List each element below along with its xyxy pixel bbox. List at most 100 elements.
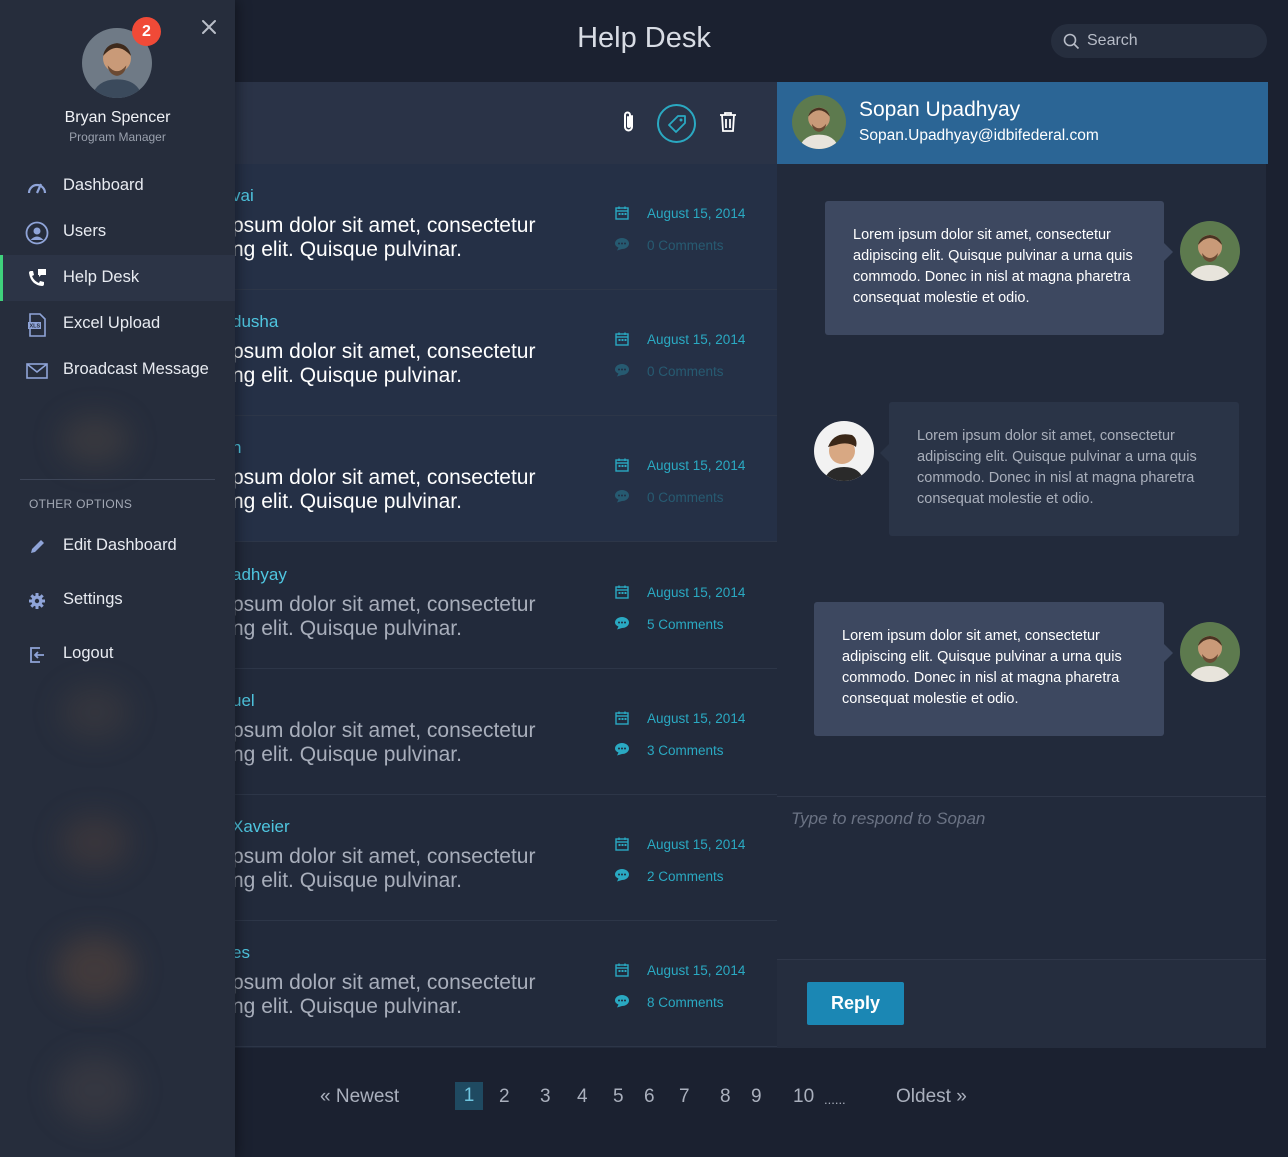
page-5[interactable]: 5 (613, 1086, 624, 1108)
ticket-date: August 15, 2014 (647, 206, 746, 221)
page-7[interactable]: 7 (679, 1086, 690, 1108)
page-3[interactable]: 3 (540, 1086, 551, 1108)
reply-button[interactable]: Reply (807, 982, 904, 1025)
trash-icon (720, 112, 736, 132)
calendar-icon (615, 332, 629, 351)
newest-link[interactable]: « Newest (320, 1086, 399, 1108)
ticket-sender: adhyay (232, 565, 287, 584)
reply-actions: Reply (777, 959, 1266, 1048)
ticket-sender: uel (232, 691, 255, 710)
message-bubble-outgoing: Lorem ipsum dolor sit amet, consectetur … (814, 602, 1173, 736)
pencil-icon (25, 535, 49, 559)
comment-icon (614, 616, 630, 635)
close-icon (202, 20, 216, 34)
conversation-panel: Sopan Upadhyay Sopan.Upadhyay@idbifedera… (777, 82, 1268, 1048)
nav-item-settings[interactable]: Settings (0, 577, 235, 623)
ticket-comments-count[interactable]: 2 Comments (647, 869, 724, 884)
ticket-preview: psum dolor sit amet, consectetur ng elit.… (232, 593, 536, 640)
comment-icon (614, 489, 630, 508)
search-icon (1063, 33, 1080, 50)
phone-chat-icon (25, 267, 49, 291)
calendar-icon (615, 963, 629, 982)
delete-button[interactable] (714, 107, 742, 137)
ticket-comments-count[interactable]: 3 Comments (647, 743, 724, 758)
calendar-icon (615, 458, 629, 477)
ticket-preview: psum dolor sit amet, consectetur ng elit.… (232, 340, 536, 387)
calendar-icon (615, 206, 629, 225)
envelope-icon (25, 359, 49, 383)
nav-label: Broadcast Message (63, 360, 209, 378)
page-6[interactable]: 6 (644, 1086, 655, 1108)
page-1[interactable]: 1 (455, 1082, 483, 1110)
nav-item-help-desk[interactable]: Help Desk (0, 255, 235, 301)
ticket-preview: psum dolor sit amet, consectetur ng elit.… (232, 466, 536, 513)
ticket-comments-count[interactable]: 0 Comments (647, 490, 724, 505)
ticket-comments-count[interactable]: 0 Comments (647, 364, 724, 379)
calendar-icon (615, 585, 629, 604)
ticket-date: August 15, 2014 (647, 332, 746, 347)
attach-button[interactable] (614, 107, 644, 137)
ticket-preview: psum dolor sit amet, consectetur ng elit.… (232, 845, 536, 892)
comment-icon (614, 868, 630, 887)
blurred-avatar (55, 935, 135, 1005)
avatar (814, 421, 874, 481)
nav-label: Users (63, 222, 107, 240)
section-label: OTHER OPTIONS (29, 497, 133, 511)
blurred-avatar (55, 1055, 135, 1125)
nav-label: Excel Upload (63, 314, 161, 332)
page-10[interactable]: 10 (793, 1086, 814, 1108)
comment-icon (614, 742, 630, 761)
xls-file-icon: XLS (25, 313, 49, 337)
ticket-comments-count[interactable]: 8 Comments (647, 995, 724, 1010)
comment-icon (614, 994, 630, 1013)
blurred-avatar (60, 415, 130, 465)
page-2[interactable]: 2 (499, 1086, 510, 1108)
tag-button[interactable] (657, 104, 696, 143)
ticket-date: August 15, 2014 (647, 963, 746, 978)
ticket-date: August 15, 2014 (647, 711, 746, 726)
search-input[interactable] (1087, 24, 1257, 58)
nav-label: Logout (63, 644, 114, 662)
ticket-sender: Xaveier (232, 817, 290, 836)
ticket-comments-count[interactable]: 0 Comments (647, 238, 724, 253)
page-4[interactable]: 4 (577, 1086, 588, 1108)
nav-item-dashboard[interactable]: Dashboard (0, 163, 235, 209)
svg-text:XLS: XLS (30, 324, 41, 330)
nav-label: Dashboard (63, 176, 144, 194)
logout-icon (25, 643, 49, 667)
calendar-icon (615, 711, 629, 730)
comment-icon (614, 363, 630, 382)
nav-item-logout[interactable]: Logout (0, 631, 235, 677)
nav-item-edit-dashboard[interactable]: Edit Dashboard (0, 523, 235, 569)
blurred-avatar (60, 815, 130, 870)
gauge-icon (25, 175, 49, 199)
page-9[interactable]: 9 (751, 1086, 762, 1108)
gear-icon (25, 589, 49, 613)
sidebar-divider (20, 479, 215, 480)
calendar-icon (615, 837, 629, 856)
sidebar: 2 Bryan Spencer Program Manager Dashboar… (0, 0, 235, 1157)
oldest-link[interactable]: Oldest » (896, 1086, 967, 1108)
reply-input[interactable] (777, 797, 1266, 959)
search-box[interactable] (1051, 24, 1267, 58)
contact-email[interactable]: Sopan.Upadhyay@idbifederal.com (859, 127, 1099, 145)
nav-item-excel-upload[interactable]: XLS Excel Upload (0, 301, 235, 347)
page-8[interactable]: 8 (720, 1086, 731, 1108)
contact-avatar (792, 95, 846, 149)
ticket-date: August 15, 2014 (647, 458, 746, 473)
nav-label: Settings (63, 590, 123, 608)
nav-item-users[interactable]: Users (0, 209, 235, 255)
nav-label: Help Desk (63, 268, 140, 286)
conversation-header: Sopan Upadhyay Sopan.Upadhyay@idbifedera… (777, 82, 1268, 164)
tag-icon (667, 114, 686, 133)
ticket-comments-count[interactable]: 5 Comments (647, 617, 724, 632)
ticket-preview: psum dolor sit amet, consectetur ng elit.… (232, 719, 536, 766)
ticket-preview: psum dolor sit amet, consectetur ng elit.… (232, 971, 536, 1018)
ticket-date: August 15, 2014 (647, 585, 746, 600)
notification-badge: 2 (132, 17, 161, 46)
profile-role: Program Manager (69, 130, 166, 144)
message-bubble-incoming: Lorem ipsum dolor sit amet, consectetur … (880, 402, 1239, 536)
close-button[interactable] (199, 17, 219, 37)
nav-item-broadcast-message[interactable]: Broadcast Message (0, 347, 235, 393)
message-bubble-outgoing: Lorem ipsum dolor sit amet, consectetur … (825, 201, 1173, 335)
